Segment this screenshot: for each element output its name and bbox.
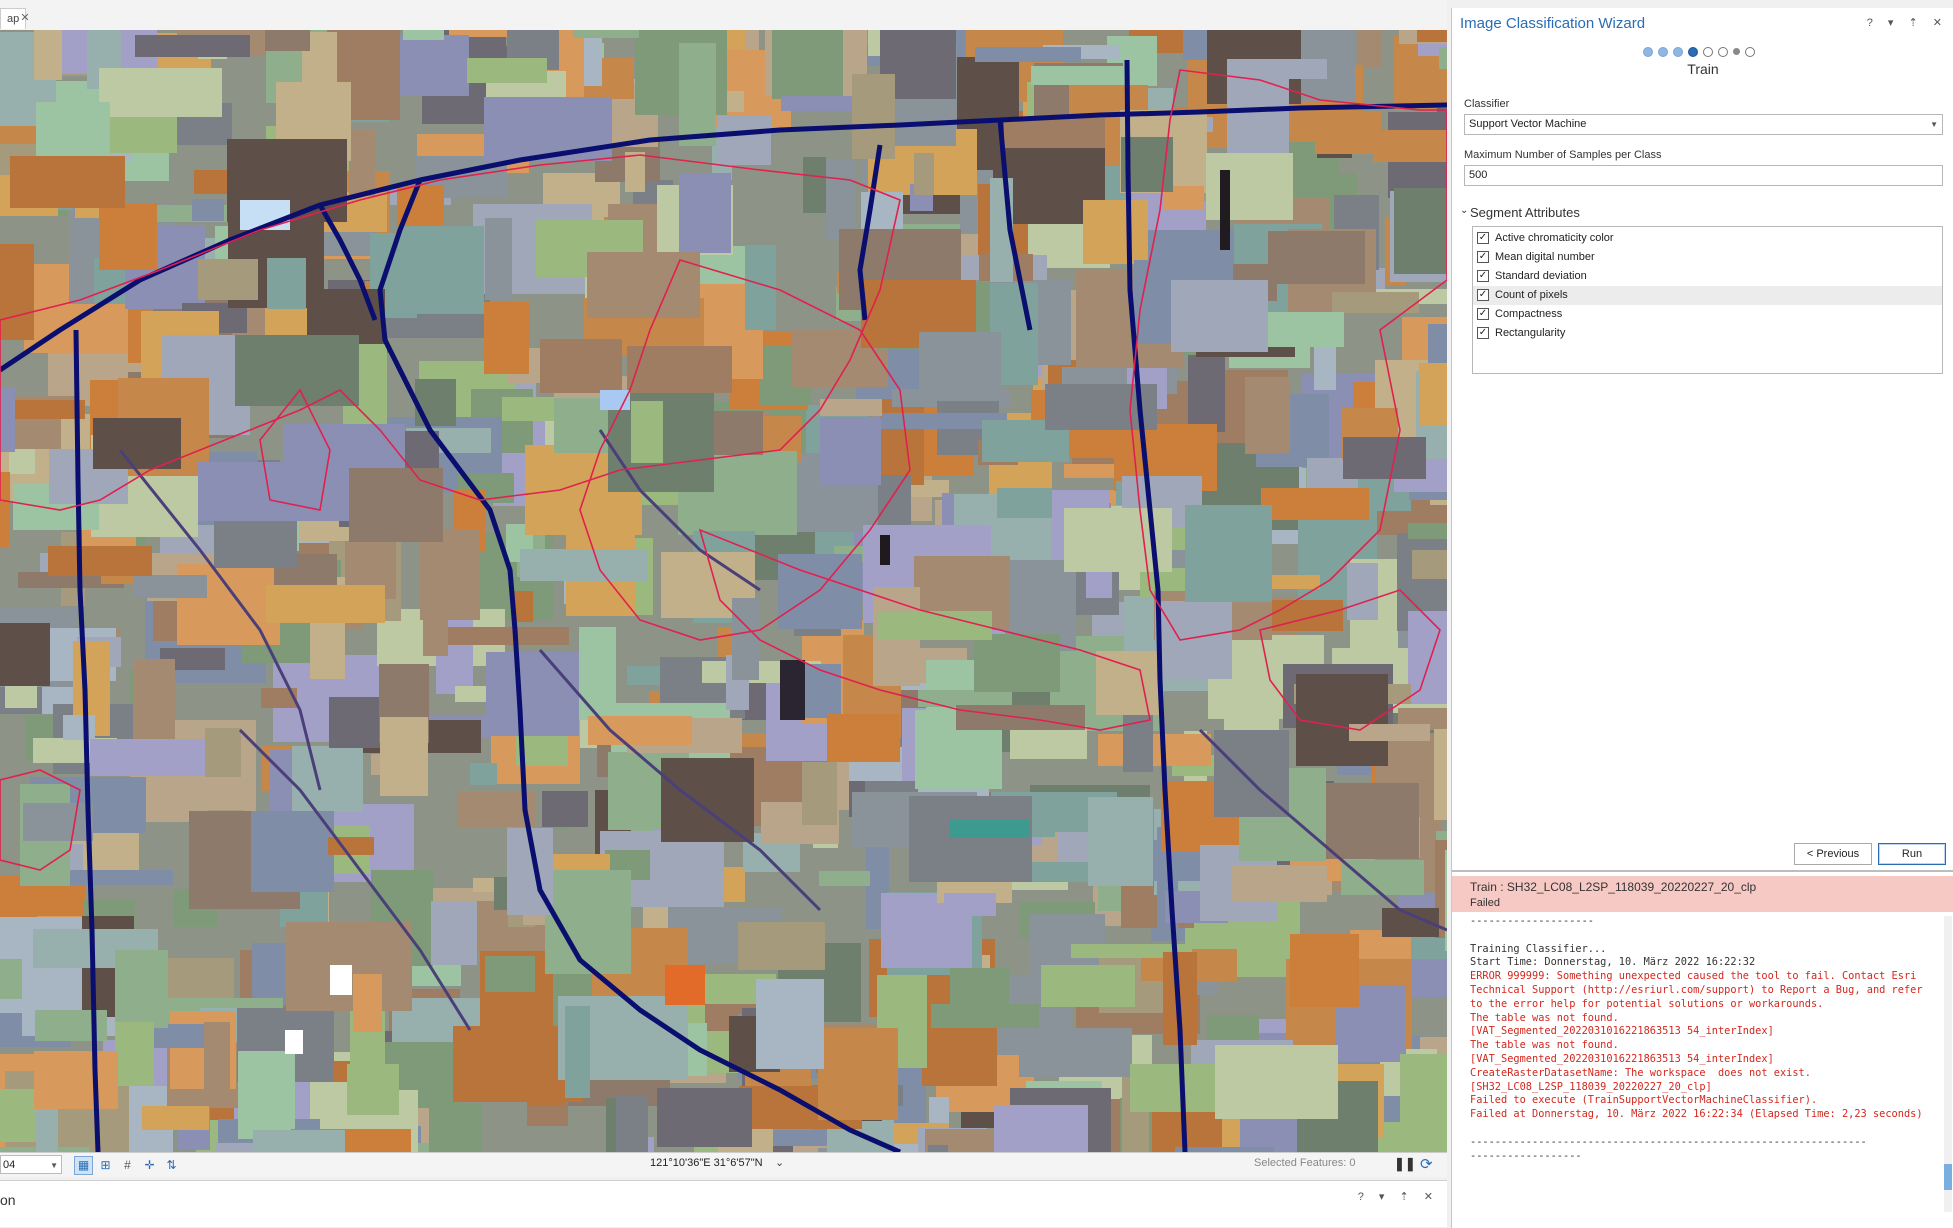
segment-patches <box>0 30 1447 1152</box>
segment-attribute-row[interactable]: ✓ Standard deviation <box>1473 267 1942 286</box>
message-line: CreateRasterDatasetName: The workspace d… <box>1470 1066 1811 1079</box>
max-samples-input[interactable]: 500 <box>1464 165 1943 186</box>
segment-attribute-label: Count of pixels <box>1495 289 1568 301</box>
message-line: [VAT_Segmented_2022031016221863513 54_in… <box>1470 1025 1774 1038</box>
grid-icon[interactable]: # <box>118 1156 137 1175</box>
wizard-step-indicator <box>1643 44 1760 58</box>
wizard-step-label: Train <box>1687 61 1719 77</box>
segmented-raster-map <box>0 30 1447 1152</box>
message-line: ERROR 999999: Something unexpected cause… <box>1470 970 1929 1010</box>
segment-attribute-row[interactable]: ✓ Active chromaticity color <box>1473 229 1942 248</box>
chevron-down-icon[interactable]: ⌄ <box>1460 205 1468 216</box>
segment-attribute-label: Standard deviation <box>1495 270 1587 282</box>
tool-run-title[interactable]: Train : SH32_LC08_L2SP_118039_20220227_2… <box>1470 880 1756 894</box>
bottom-pane-title: on <box>0 1192 16 1208</box>
checkbox[interactable]: ✓ <box>1477 327 1489 339</box>
message-line: The table was not found. <box>1470 1039 1619 1052</box>
checkbox[interactable]: ✓ <box>1477 232 1489 244</box>
checkbox[interactable]: ✓ <box>1477 308 1489 320</box>
scale-combo[interactable]: 04 ▼ <box>0 1155 62 1174</box>
segment-attribute-label: Mean digital number <box>1495 251 1595 263</box>
chevron-down-icon: ▼ <box>1930 120 1938 129</box>
step-dot[interactable] <box>1718 46 1728 57</box>
run-button[interactable]: Run <box>1878 843 1946 865</box>
geoprocessing-messages-pane: Train : SH32_LC08_L2SP_118039_20220227_2… <box>1451 870 1953 1228</box>
message-separator: ----------------------------------------… <box>1470 1135 1867 1162</box>
pane-controls[interactable]: ? ▾ ⇡ ✕ <box>1358 1190 1439 1203</box>
classifier-value: Support Vector Machine <box>1469 118 1587 130</box>
previous-button[interactable]: < Previous <box>1794 843 1872 865</box>
classifier-dropdown[interactable]: Support Vector Machine ▼ <box>1464 114 1943 135</box>
map-tab-strip: ap ✕ <box>0 0 1447 31</box>
attribute-icon[interactable]: ⊞ <box>96 1156 115 1175</box>
message-line: Failed at Donnerstag, 10. März 2022 16:2… <box>1470 1108 1923 1121</box>
message-line: The table was not found. <box>1470 1011 1619 1024</box>
step-dot[interactable] <box>1658 46 1668 57</box>
message-line: Training Classifier... <box>1470 942 1607 955</box>
checkbox[interactable]: ✓ <box>1477 289 1489 301</box>
step-dot[interactable] <box>1733 48 1740 56</box>
selected-features-count[interactable]: Selected Features: 0 <box>1254 1157 1356 1169</box>
message-header: Train : SH32_LC08_L2SP_118039_20220227_2… <box>1452 876 1953 912</box>
checkbox[interactable]: ✓ <box>1477 270 1489 282</box>
close-icon[interactable]: ✕ <box>18 11 32 25</box>
segment-attributes-list: ✓ Active chromaticity color ✓ Mean digital … <box>1472 226 1943 374</box>
chevron-down-icon: ▼ <box>50 1161 58 1170</box>
step-dot[interactable] <box>1688 46 1698 57</box>
max-samples-value: 500 <box>1469 169 1488 181</box>
select-icon[interactable]: ▦ <box>74 1156 93 1175</box>
segment-attribute-row[interactable]: ✓ Compactness <box>1473 305 1942 324</box>
classifier-label: Classifier <box>1464 98 1510 110</box>
step-dot[interactable] <box>1745 46 1755 57</box>
step-dot[interactable] <box>1703 46 1713 57</box>
navigate-icon[interactable]: ⇅ <box>162 1156 181 1175</box>
message-separator: -------------------- <box>1470 915 1594 927</box>
segment-attribute-row[interactable]: ✓ Rectangularity <box>1473 324 1942 343</box>
scrollbar[interactable] <box>1944 916 1952 1212</box>
message-line: [VAT_Segmented_2022031016221863513 54_in… <box>1470 1052 1774 1065</box>
segment-attribute-label: Compactness <box>1495 308 1563 320</box>
scrollbar-thumb[interactable] <box>1944 1164 1952 1190</box>
chevron-down-icon[interactable]: ⌄ <box>775 1156 784 1169</box>
message-line: Failed to execute (TrainSupportVectorMac… <box>1470 1094 1818 1107</box>
snap-icon[interactable]: ✛ <box>140 1156 159 1175</box>
segment-attribute-label: Rectangularity <box>1495 327 1566 339</box>
segment-attributes-header[interactable]: Segment Attributes <box>1470 205 1580 220</box>
map-status-bar: 04 ▼ ▦ ⊞ # ✛ ⇅ 121°10'36"E 31°6'57"N ⌄ S… <box>0 1152 1447 1177</box>
segment-attribute-row[interactable]: ✓ Mean digital number <box>1473 248 1942 267</box>
wizard-title: Image Classification Wizard <box>1460 15 1646 32</box>
map-canvas[interactable] <box>0 30 1447 1152</box>
message-line: Start Time: Donnerstag, 10. März 2022 16… <box>1470 956 1756 969</box>
message-log: -------------------- Training Classifier… <box>1470 915 1938 1215</box>
step-dot[interactable] <box>1643 46 1653 57</box>
segment-attribute-row[interactable]: ✓ Count of pixels <box>1473 286 1942 305</box>
bottom-pane: on ? ▾ ⇡ ✕ <box>0 1180 1447 1227</box>
segment-attribute-label: Active chromaticity color <box>1495 232 1614 244</box>
scale-value: 04 <box>3 1159 16 1171</box>
pause-icon[interactable]: ❚❚ <box>1394 1156 1416 1172</box>
coordinate-readout: 121°10'36"E 31°6'57"N <box>650 1157 763 1169</box>
status-badge: Failed <box>1470 897 1500 909</box>
checkbox[interactable]: ✓ <box>1477 251 1489 263</box>
step-dot[interactable] <box>1673 46 1683 57</box>
message-line: [SH32_LC08_L2SP_118039_20220227_20_clp] <box>1470 1080 1712 1093</box>
pane-controls[interactable]: ? ▾ ⇡ ✕ <box>1867 16 1948 29</box>
max-samples-label: Maximum Number of Samples per Class <box>1464 149 1662 161</box>
refresh-icon[interactable]: ⟳ <box>1420 1155 1433 1173</box>
